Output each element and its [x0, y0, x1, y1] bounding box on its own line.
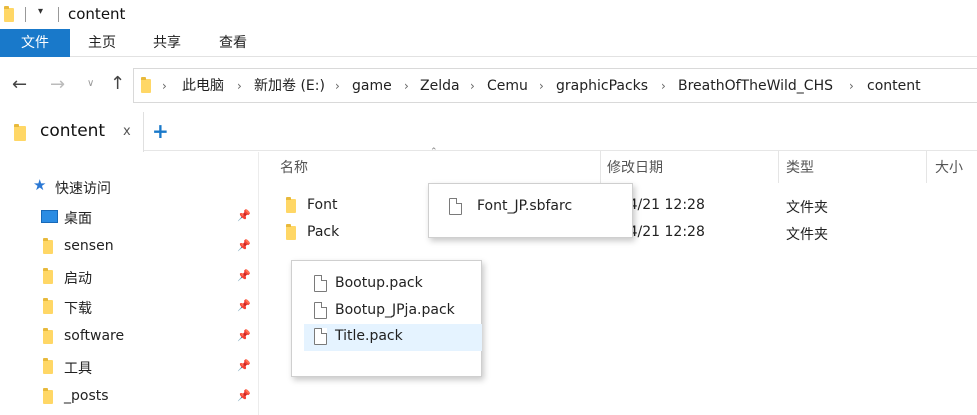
chevron-right-icon[interactable]: › — [335, 75, 340, 97]
column-header-date[interactable]: 修改日期 — [607, 157, 663, 179]
breadcrumb-content[interactable]: content — [867, 75, 921, 97]
list-item[interactable]: Font_JP.sbfarc — [441, 194, 621, 221]
toolbar-divider — [58, 7, 59, 22]
pin-icon[interactable]: 📌 — [237, 359, 251, 372]
column-divider[interactable] — [926, 151, 927, 183]
file-icon — [314, 275, 327, 292]
back-arrow-icon[interactable]: ← — [12, 74, 27, 95]
sidebar-item-sensen[interactable]: sensen 📌 — [0, 232, 258, 262]
sidebar-item-label: software — [64, 328, 125, 344]
sidebar-item-label: 下载 — [64, 301, 92, 317]
chevron-right-icon[interactable]: › — [470, 75, 475, 97]
sidebar-item-quick-access[interactable]: ★ 快速访问 — [0, 172, 258, 202]
sidebar-item-tools[interactable]: 工具 📌 — [0, 352, 258, 382]
sidebar-item-startup[interactable]: 启动 📌 — [0, 262, 258, 292]
breadcrumb-breathofthewild-chs[interactable]: BreathOfTheWild_CHS — [678, 75, 833, 97]
row-name: Pack — [307, 224, 340, 240]
file-icon — [314, 302, 327, 319]
sidebar-item-label: _posts — [64, 388, 109, 404]
column-header-size[interactable]: 大小 — [935, 157, 963, 179]
breadcrumb-game[interactable]: game — [352, 75, 392, 97]
folder-icon — [43, 238, 53, 254]
pin-icon[interactable]: 📌 — [237, 299, 251, 312]
row-name: Font — [307, 197, 338, 213]
tab-home[interactable]: 主页 — [70, 29, 134, 57]
column-divider[interactable] — [778, 151, 779, 183]
tab-view[interactable]: 查看 — [200, 29, 266, 57]
folder-icon — [286, 224, 296, 240]
file-name: Bootup_JPja.pack — [335, 302, 455, 318]
breadcrumb-zelda[interactable]: Zelda — [420, 75, 460, 97]
tab-file[interactable]: 文件 — [0, 29, 70, 57]
star-icon: ★ — [33, 176, 47, 194]
breadcrumb-drive-e[interactable]: 新加卷 (E:) — [254, 75, 325, 97]
folder-icon — [141, 77, 151, 93]
sidebar-item-label: sensen — [64, 238, 114, 254]
pin-icon[interactable]: 📌 — [237, 389, 251, 402]
breadcrumb-cemu[interactable]: Cemu — [487, 75, 528, 97]
sidebar-item-posts[interactable]: _posts 📌 — [0, 382, 258, 412]
toolbar-divider — [25, 7, 26, 22]
folder-preview-popup-pack: Bootup.pack Bootup_JPja.pack Title.pack — [291, 260, 482, 377]
chevron-right-icon[interactable]: › — [237, 75, 242, 97]
row-type: 文件夹 — [786, 227, 828, 243]
up-arrow-icon[interactable]: ↑ — [110, 73, 125, 94]
close-icon[interactable]: x — [123, 124, 131, 139]
forward-arrow-icon[interactable]: → — [50, 74, 65, 95]
chevron-right-icon[interactable]: › — [404, 75, 409, 97]
chevron-right-icon[interactable]: › — [661, 75, 666, 97]
list-item[interactable]: Bootup_JPja.pack — [304, 298, 482, 325]
folder-icon — [286, 197, 296, 213]
sort-indicator-icon: ⌃ — [430, 147, 438, 157]
folder-icon — [43, 388, 53, 404]
list-item-selected[interactable]: Title.pack — [304, 324, 482, 351]
folder-icon — [43, 328, 53, 344]
title-bar: ▾ content — [0, 0, 977, 29]
list-item[interactable]: Bootup.pack — [304, 271, 482, 298]
tab-strip — [0, 112, 977, 151]
chevron-right-icon[interactable]: › — [162, 75, 167, 97]
quick-access-toolbar-dropdown[interactable]: ▾ — [38, 6, 43, 17]
tab-content[interactable]: content x — [0, 112, 144, 152]
column-header-name[interactable]: 名称 — [280, 157, 308, 179]
folder-icon — [14, 124, 26, 141]
file-name: Bootup.pack — [335, 275, 423, 291]
folder-icon — [43, 358, 53, 374]
column-divider[interactable] — [600, 151, 601, 183]
folder-icon — [43, 298, 53, 314]
desktop-icon — [41, 210, 58, 223]
new-tab-button[interactable]: + — [152, 119, 169, 143]
window-title: content — [68, 5, 126, 23]
file-icon — [449, 198, 462, 215]
sidebar-item-label: 桌面 — [64, 211, 92, 227]
chevron-right-icon[interactable]: › — [849, 75, 854, 97]
file-name: Title.pack — [335, 328, 403, 344]
pin-icon[interactable]: 📌 — [237, 269, 251, 282]
sidebar-item-label: 工具 — [64, 361, 92, 377]
tab-share[interactable]: 共享 — [134, 29, 200, 57]
pin-icon[interactable]: 📌 — [237, 329, 251, 342]
breadcrumb-this-pc[interactable]: 此电脑 — [182, 75, 224, 97]
folder-icon — [43, 268, 53, 284]
sidebar-item-software[interactable]: software 📌 — [0, 322, 258, 352]
tab-label: content — [40, 121, 106, 141]
row-type: 文件夹 — [786, 200, 828, 216]
file-icon — [314, 328, 327, 345]
sidebar-item-label: 启动 — [64, 271, 92, 287]
chevron-right-icon[interactable]: › — [539, 75, 544, 97]
sidebar-item-desktop[interactable]: 桌面 📌 — [0, 202, 258, 232]
folder-icon — [4, 6, 14, 22]
folder-preview-popup-font: Font_JP.sbfarc — [428, 183, 633, 238]
pin-icon[interactable]: 📌 — [237, 209, 251, 222]
sidebar-item-label: 快速访问 — [55, 181, 111, 197]
pin-icon[interactable]: 📌 — [237, 239, 251, 252]
file-name: Font_JP.sbfarc — [477, 198, 573, 214]
sidebar-item-downloads[interactable]: 下载 📌 — [0, 292, 258, 322]
column-header-type[interactable]: 类型 — [786, 157, 814, 179]
breadcrumb-graphicpacks[interactable]: graphicPacks — [556, 75, 648, 97]
chevron-down-icon[interactable]: ∨ — [87, 78, 94, 89]
